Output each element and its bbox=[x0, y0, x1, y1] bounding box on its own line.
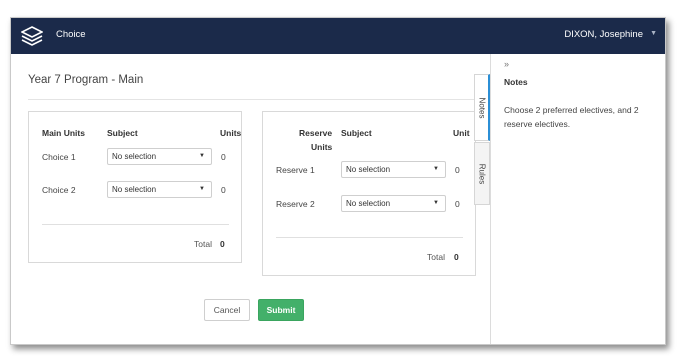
total-label: Total bbox=[194, 239, 212, 249]
reserve-units-card: Reserve Units Subject Unit Reserve 1 No … bbox=[262, 111, 476, 276]
panel-divider bbox=[490, 54, 491, 344]
caret-down-icon: ▼ bbox=[199, 186, 205, 192]
total-value: 0 bbox=[454, 252, 459, 262]
reserve-2-units: 0 bbox=[455, 199, 460, 209]
choice-1-units: 0 bbox=[221, 152, 226, 162]
app-name: Choice bbox=[56, 29, 86, 40]
total-value: 0 bbox=[220, 239, 225, 249]
total-label: Total bbox=[427, 252, 445, 262]
card-divider bbox=[276, 237, 463, 238]
divider bbox=[28, 99, 474, 100]
notes-title: Notes bbox=[504, 77, 528, 87]
subject-header: Subject bbox=[341, 128, 372, 138]
reserve-1-label: Reserve 1 bbox=[276, 165, 315, 175]
chevron-down-icon[interactable]: ▼ bbox=[650, 30, 657, 37]
reserve-1-select[interactable]: No selection ▼ bbox=[341, 161, 446, 178]
main-units-card: Main Units Subject Units Choice 1 No sel… bbox=[28, 111, 242, 263]
select-value: No selection bbox=[112, 152, 157, 161]
choice-1-label: Choice 1 bbox=[42, 152, 76, 162]
user-menu[interactable]: DIXON, Josephine bbox=[564, 29, 643, 40]
caret-down-icon: ▼ bbox=[433, 200, 439, 206]
reserve-2-select[interactable]: No selection ▼ bbox=[341, 195, 446, 212]
card-divider bbox=[42, 224, 229, 225]
tab-rules-label: Rules bbox=[477, 163, 487, 184]
subject-header: Subject bbox=[107, 128, 138, 138]
page-title: Year 7 Program - Main bbox=[28, 74, 144, 86]
tab-notes[interactable]: Notes bbox=[474, 74, 490, 141]
stack-logo-icon[interactable] bbox=[21, 26, 43, 46]
app-window: Choice DIXON, Josephine ▼ Year 7 Program… bbox=[10, 17, 666, 345]
reserve-1-units: 0 bbox=[455, 165, 460, 175]
units-header: Units bbox=[220, 128, 242, 138]
collapse-panel-icon[interactable]: » bbox=[504, 59, 509, 69]
select-value: No selection bbox=[346, 165, 391, 174]
top-bar: Choice DIXON, Josephine ▼ bbox=[11, 18, 665, 54]
units-header: Unit bbox=[453, 128, 470, 138]
caret-down-icon: ▼ bbox=[433, 166, 439, 172]
tab-rules[interactable]: Rules bbox=[474, 142, 490, 205]
reserve-units-header-line2: Units bbox=[311, 142, 333, 152]
choice-2-select[interactable]: No selection ▼ bbox=[107, 181, 212, 198]
choice-2-label: Choice 2 bbox=[42, 185, 76, 195]
main-units-header: Main Units bbox=[42, 128, 85, 138]
tab-notes-label: Notes bbox=[477, 97, 486, 118]
cancel-button[interactable]: Cancel bbox=[204, 299, 250, 321]
reserve-units-header: Reserve bbox=[299, 128, 333, 138]
select-value: No selection bbox=[346, 199, 391, 208]
submit-button[interactable]: Submit bbox=[258, 299, 304, 321]
reserve-2-label: Reserve 2 bbox=[276, 199, 315, 209]
notes-text: Choose 2 preferred electives, and 2 rese… bbox=[504, 105, 639, 129]
choice-1-select[interactable]: No selection ▼ bbox=[107, 148, 212, 165]
choice-2-units: 0 bbox=[221, 185, 226, 195]
caret-down-icon: ▼ bbox=[199, 153, 205, 159]
select-value: No selection bbox=[112, 185, 157, 194]
